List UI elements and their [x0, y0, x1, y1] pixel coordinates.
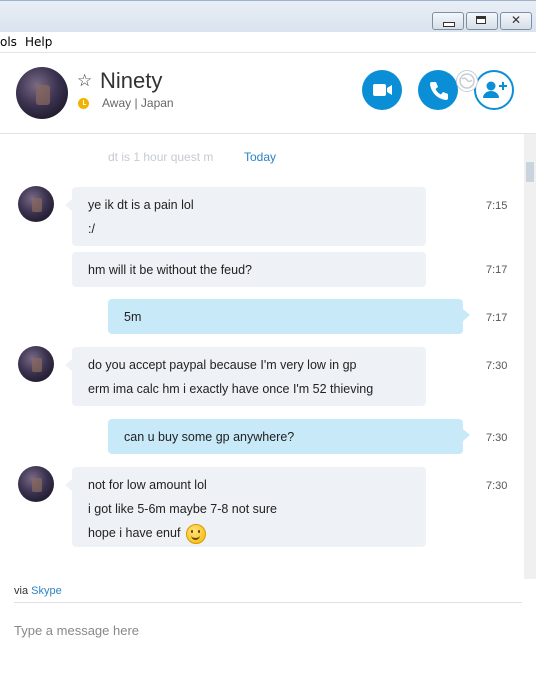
menu-tools[interactable]: ols [0, 35, 17, 49]
menu-bar: ols Help [0, 32, 536, 53]
message-line: can u buy some gp anywhere? [124, 430, 295, 444]
message-line-text: hope i have enuf [88, 526, 181, 540]
message-line: not for low amount lol [88, 478, 207, 492]
message-bubble-outgoing[interactable]: 5m [108, 299, 470, 334]
message-bubble-outgoing[interactable]: can u buy some gp anywhere? [108, 419, 470, 454]
minimize-icon [443, 22, 455, 27]
message-time: 7:17 [486, 312, 508, 324]
sender-avatar[interactable] [18, 346, 54, 382]
message-time: 7:17 [486, 264, 508, 276]
sender-avatar[interactable] [18, 466, 54, 502]
video-call-button[interactable] [362, 70, 402, 110]
chat-history[interactable]: dt is 1 hour quest m Today ye ik dt is a… [0, 134, 536, 574]
message-line: hm will it be without the feud? [88, 263, 252, 277]
message-input[interactable] [14, 620, 514, 640]
message-time: 7:30 [486, 480, 508, 492]
video-icon [373, 84, 392, 96]
contact-avatar[interactable] [16, 67, 68, 119]
message-bubble-incoming[interactable]: ye ik dt is a pain lol :/ [65, 187, 426, 246]
message-time: 7:15 [486, 200, 508, 212]
via-label: via Skype [14, 585, 62, 597]
close-icon: ✕ [510, 13, 522, 27]
chat-scrollbar[interactable] [524, 134, 536, 579]
message-line: 5m [124, 310, 142, 324]
conversation-header: ☆ Ninety Away | Japan [0, 53, 536, 134]
previous-message-preview: dt is 1 hour quest m [108, 150, 214, 164]
message-time: 7:30 [486, 432, 508, 444]
menu-help[interactable]: Help [25, 35, 52, 49]
message-line: hope i have enuf [88, 521, 410, 545]
contact-name[interactable]: Ninety [100, 68, 162, 94]
via-prefix: via [14, 585, 29, 597]
message-bubble-incoming[interactable]: do you accept paypal because I'm very lo… [65, 347, 426, 406]
maximize-button[interactable] [466, 12, 498, 30]
via-skype-link[interactable]: Skype [31, 585, 62, 597]
sender-avatar[interactable] [18, 186, 54, 222]
window-titlebar: ✕ [0, 0, 536, 33]
message-line: i got like 5-6m maybe 7-8 not sure [88, 502, 277, 516]
maximize-icon [476, 16, 486, 24]
window-controls: ✕ [432, 12, 532, 30]
message-line: :/ [88, 222, 95, 236]
compose-divider [14, 602, 522, 603]
message-time: 7:30 [486, 360, 508, 372]
add-participant-button[interactable] [474, 70, 514, 110]
away-status-icon [78, 98, 89, 109]
date-separator: Today [244, 150, 277, 164]
smile-emoji-icon [185, 523, 206, 544]
close-button[interactable]: ✕ [500, 12, 532, 30]
globe-icon[interactable] [456, 70, 478, 92]
contact-status: Away | Japan [102, 96, 174, 110]
message-bubble-incoming[interactable]: hm will it be without the feud? [72, 252, 426, 287]
message-line: erm ima calc hm i exactly have once I'm … [88, 382, 374, 396]
add-person-icon [483, 81, 507, 98]
audio-call-button[interactable] [418, 70, 458, 110]
phone-icon [430, 82, 448, 100]
scrollbar-thumb[interactable] [526, 162, 534, 182]
message-line: ye ik dt is a pain lol [88, 198, 194, 212]
globe-glyph [459, 73, 475, 89]
minimize-button[interactable] [432, 12, 464, 30]
message-bubble-incoming[interactable]: not for low amount lol i got like 5-6m m… [65, 467, 426, 547]
message-line: do you accept paypal because I'm very lo… [88, 358, 357, 372]
star-icon[interactable]: ☆ [77, 71, 92, 91]
